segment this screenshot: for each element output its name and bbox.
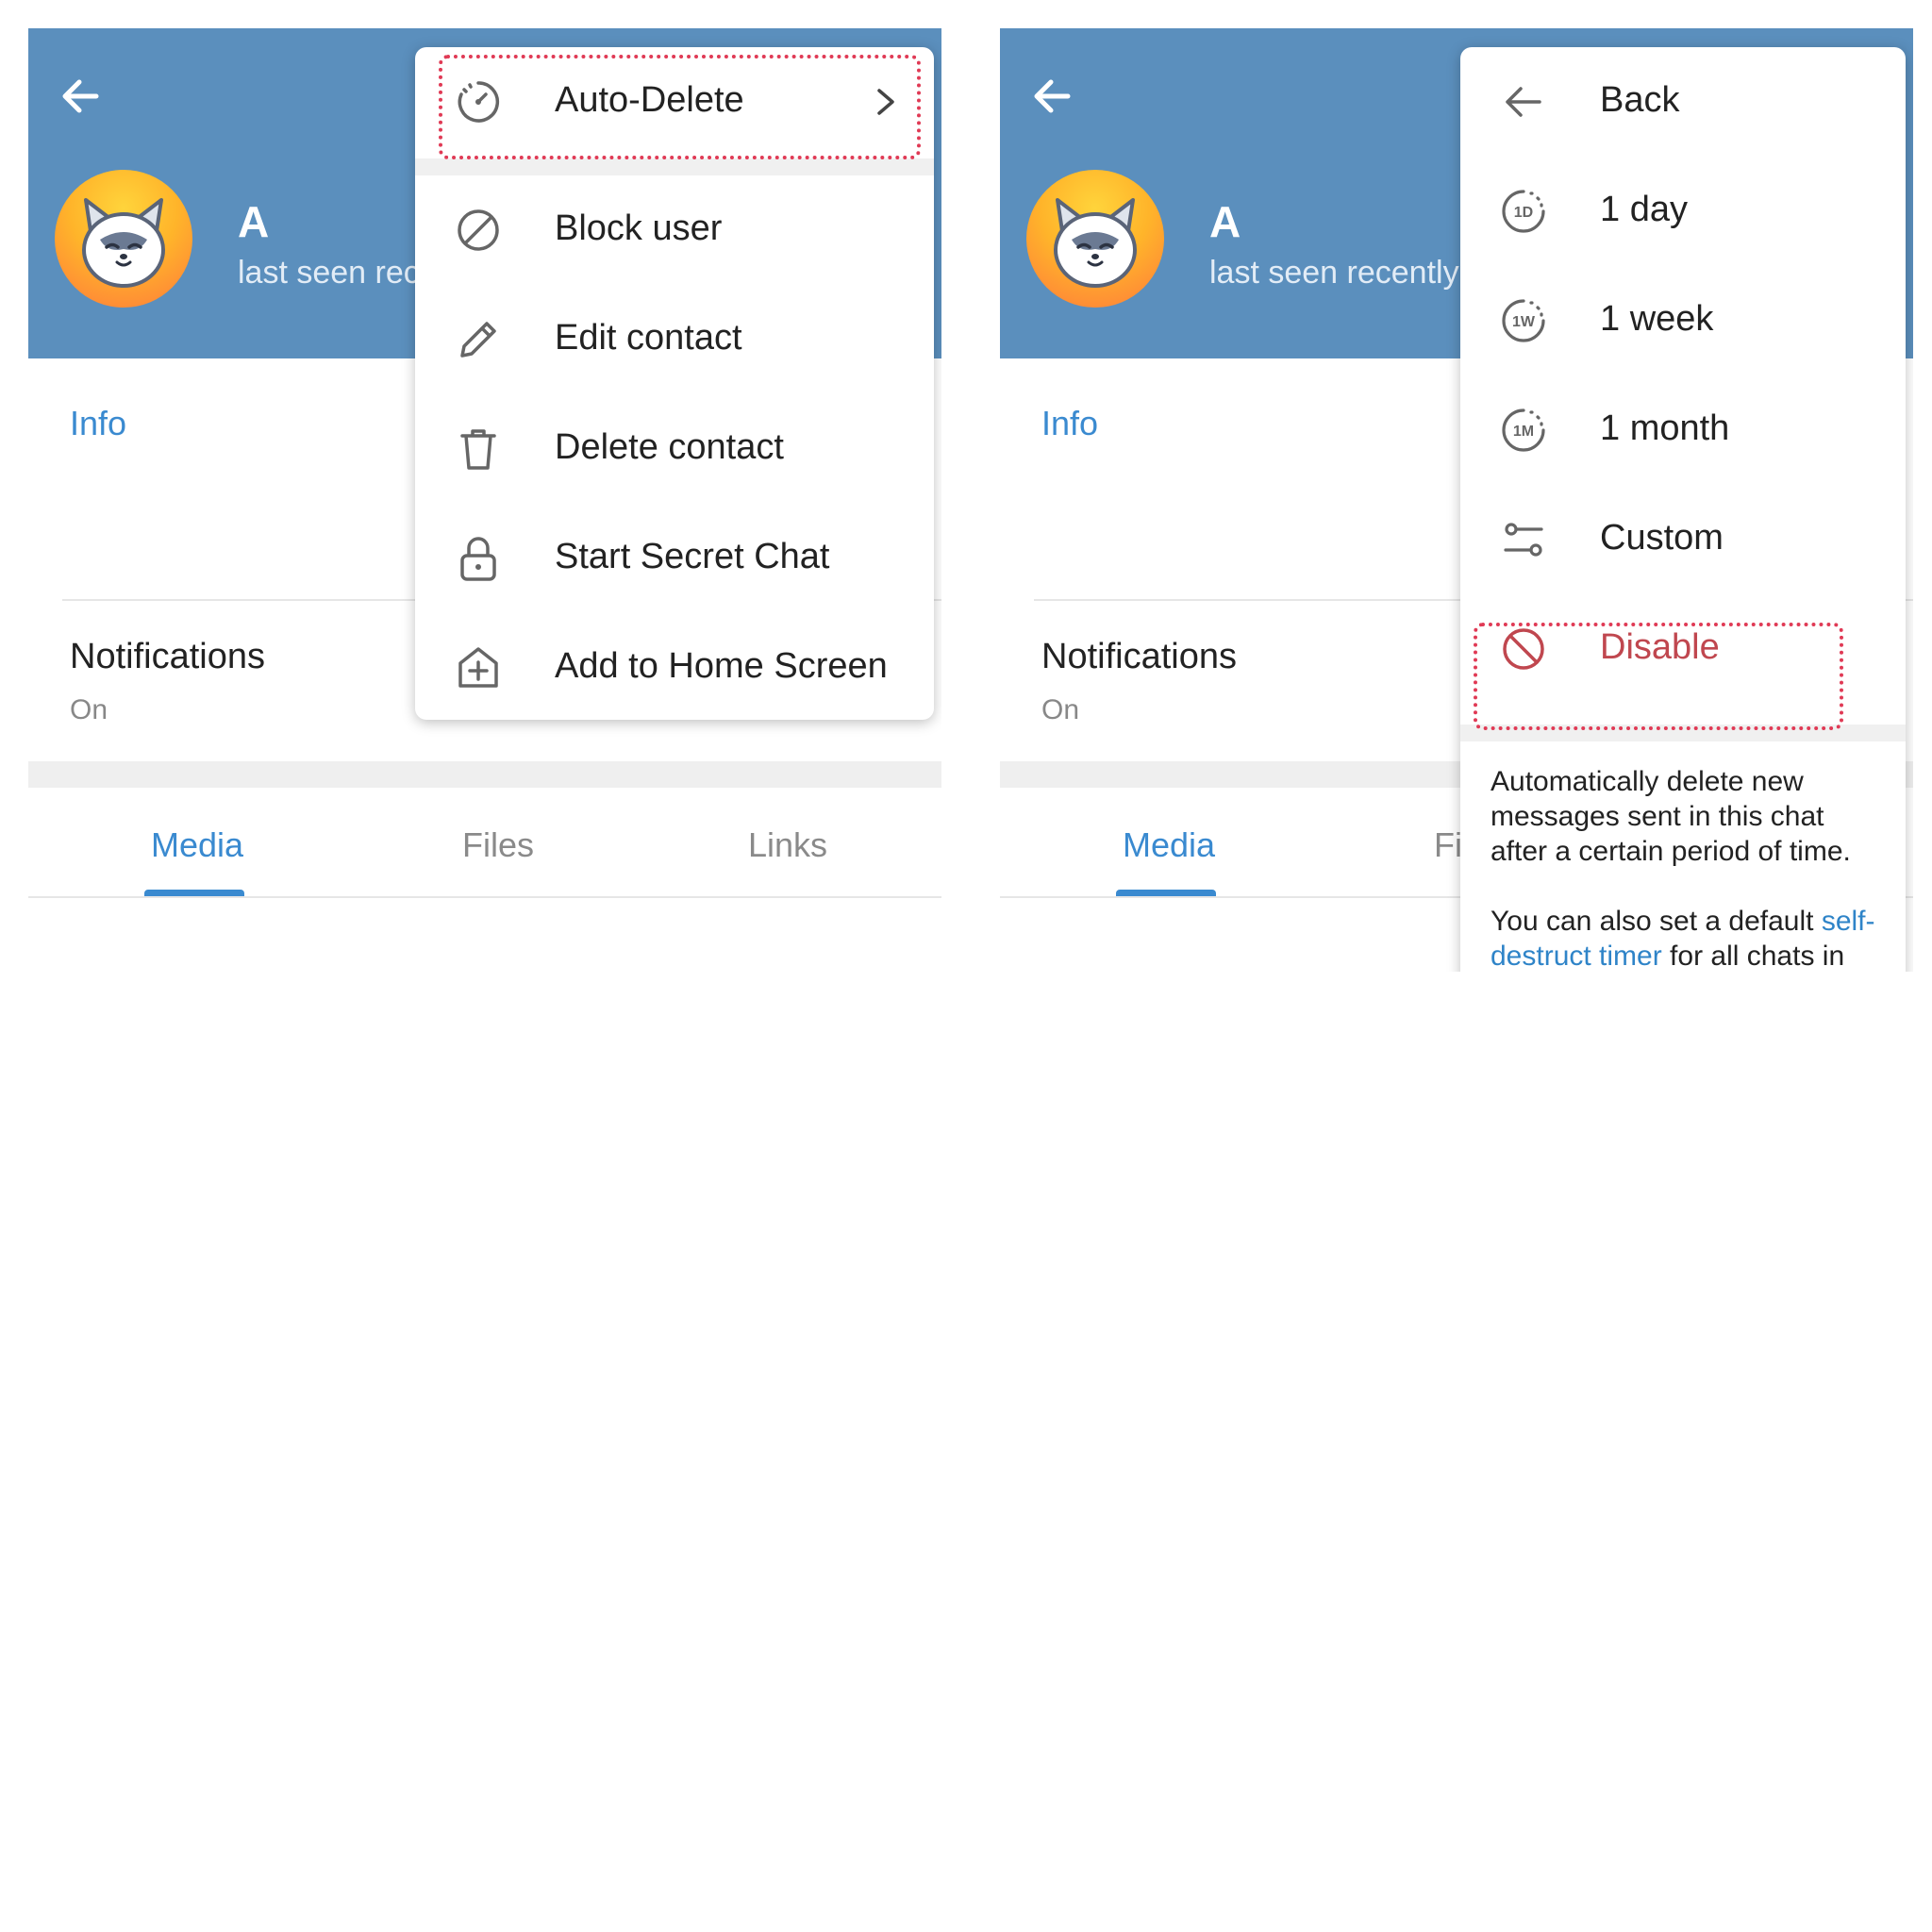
- timer-icon: [458, 81, 500, 123]
- profile-status: last seen recently: [1209, 255, 1459, 291]
- menu-item-1-day[interactable]: 1D 1 day: [1460, 157, 1906, 264]
- menu-item-label: 1 week: [1600, 299, 1714, 339]
- help-text: You can also set a default: [1491, 906, 1822, 937]
- menu-item-auto-delete[interactable]: Auto-Delete: [415, 47, 934, 155]
- profile-status: last seen rec: [238, 255, 420, 291]
- menu-item-start-secret-chat[interactable]: Start Secret Chat: [415, 504, 934, 611]
- menu-item-label: Back: [1600, 80, 1680, 120]
- add-home-icon: [458, 647, 498, 688]
- tab-media[interactable]: Media: [151, 825, 243, 865]
- profile-options-menu: Auto-Delete Block user Edit contact Dele…: [415, 47, 934, 720]
- menu-item-delete-contact[interactable]: Delete contact: [415, 394, 934, 502]
- cat-face-icon: [1054, 198, 1137, 288]
- menu-item-back[interactable]: Back: [1460, 47, 1906, 155]
- avatar[interactable]: [55, 170, 192, 308]
- menu-item-block-user[interactable]: Block user: [415, 175, 934, 283]
- menu-item-label: Disable: [1600, 627, 1720, 667]
- menu-separator: [1460, 724, 1906, 741]
- profile-screen-right: A last seen recently Info Notifications …: [1000, 28, 1913, 972]
- 1w-timer-icon: 1W: [1502, 299, 1545, 342]
- arrow-left-icon: [1506, 87, 1541, 117]
- tab-files[interactable]: Files: [462, 825, 534, 865]
- notifications-title: Notifications: [70, 637, 265, 676]
- help-paragraph: You can also set a default self-destruct…: [1491, 904, 1887, 972]
- menu-item-label: Add to Home Screen: [555, 646, 888, 686]
- menu-item-label: Auto-Delete: [555, 80, 744, 120]
- menu-item-label: Edit contact: [555, 318, 742, 358]
- 1d-timer-icon: 1D: [1502, 190, 1545, 233]
- chevron-right-icon: [877, 89, 894, 115]
- info-section-title: Info: [70, 404, 127, 442]
- sliders-icon: [1504, 523, 1543, 557]
- cat-face-icon: [82, 198, 165, 288]
- menu-item-disable[interactable]: Disable: [1460, 594, 1906, 702]
- back-arrow-icon[interactable]: [53, 68, 109, 125]
- help-paragraph: Automatically delete new messages sent i…: [1491, 766, 1851, 867]
- notifications-title: Notifications: [1041, 637, 1237, 676]
- pencil-icon: [460, 322, 496, 358]
- notifications-value: On: [70, 694, 108, 725]
- svg-text:1D: 1D: [1514, 205, 1533, 221]
- menu-item-label: 1 month: [1600, 408, 1730, 448]
- profile-name: A: [1209, 197, 1241, 246]
- tab-files[interactable]: Fi: [1434, 825, 1462, 865]
- svg-text:1M: 1M: [1513, 424, 1534, 440]
- menu-item-custom[interactable]: Custom: [1460, 485, 1906, 592]
- menu-item-1-month[interactable]: 1M 1 month: [1460, 375, 1906, 483]
- menu-item-add-to-home-screen[interactable]: Add to Home Screen: [415, 613, 934, 720]
- tabs-divider: [28, 896, 941, 898]
- menu-item-label: Custom: [1600, 518, 1724, 558]
- lock-icon: [460, 537, 496, 581]
- tab-links[interactable]: Links: [748, 825, 827, 865]
- notifications-value: On: [1041, 694, 1080, 725]
- menu-item-1-week[interactable]: 1W 1 week: [1460, 266, 1906, 374]
- profile-name: A: [238, 197, 270, 246]
- svg-text:1W: 1W: [1512, 314, 1536, 330]
- avatar[interactable]: [1026, 170, 1164, 308]
- auto-delete-submenu: Back 1D 1 day 1W 1 week 1M 1 month Custo…: [1460, 47, 1906, 972]
- menu-item-label: Delete contact: [555, 427, 784, 467]
- menu-item-edit-contact[interactable]: Edit contact: [415, 285, 934, 392]
- menu-separator: [415, 158, 934, 175]
- auto-delete-help-text: Automatically delete new messages sent i…: [1491, 764, 1887, 972]
- block-icon: [458, 209, 499, 251]
- menu-item-label: Block user: [555, 208, 723, 248]
- prohibit-icon: [1503, 628, 1544, 670]
- trash-icon: [460, 429, 496, 470]
- tab-media[interactable]: Media: [1123, 825, 1215, 865]
- menu-item-label: Start Secret Chat: [555, 537, 830, 576]
- back-arrow-icon[interactable]: [1024, 68, 1081, 125]
- profile-screen-left: A last seen rec Info Notifications On Me…: [28, 28, 941, 972]
- info-section-title: Info: [1041, 404, 1099, 442]
- menu-item-label: 1 day: [1600, 190, 1688, 229]
- section-separator: [28, 761, 941, 788]
- 1m-timer-icon: 1M: [1502, 408, 1545, 452]
